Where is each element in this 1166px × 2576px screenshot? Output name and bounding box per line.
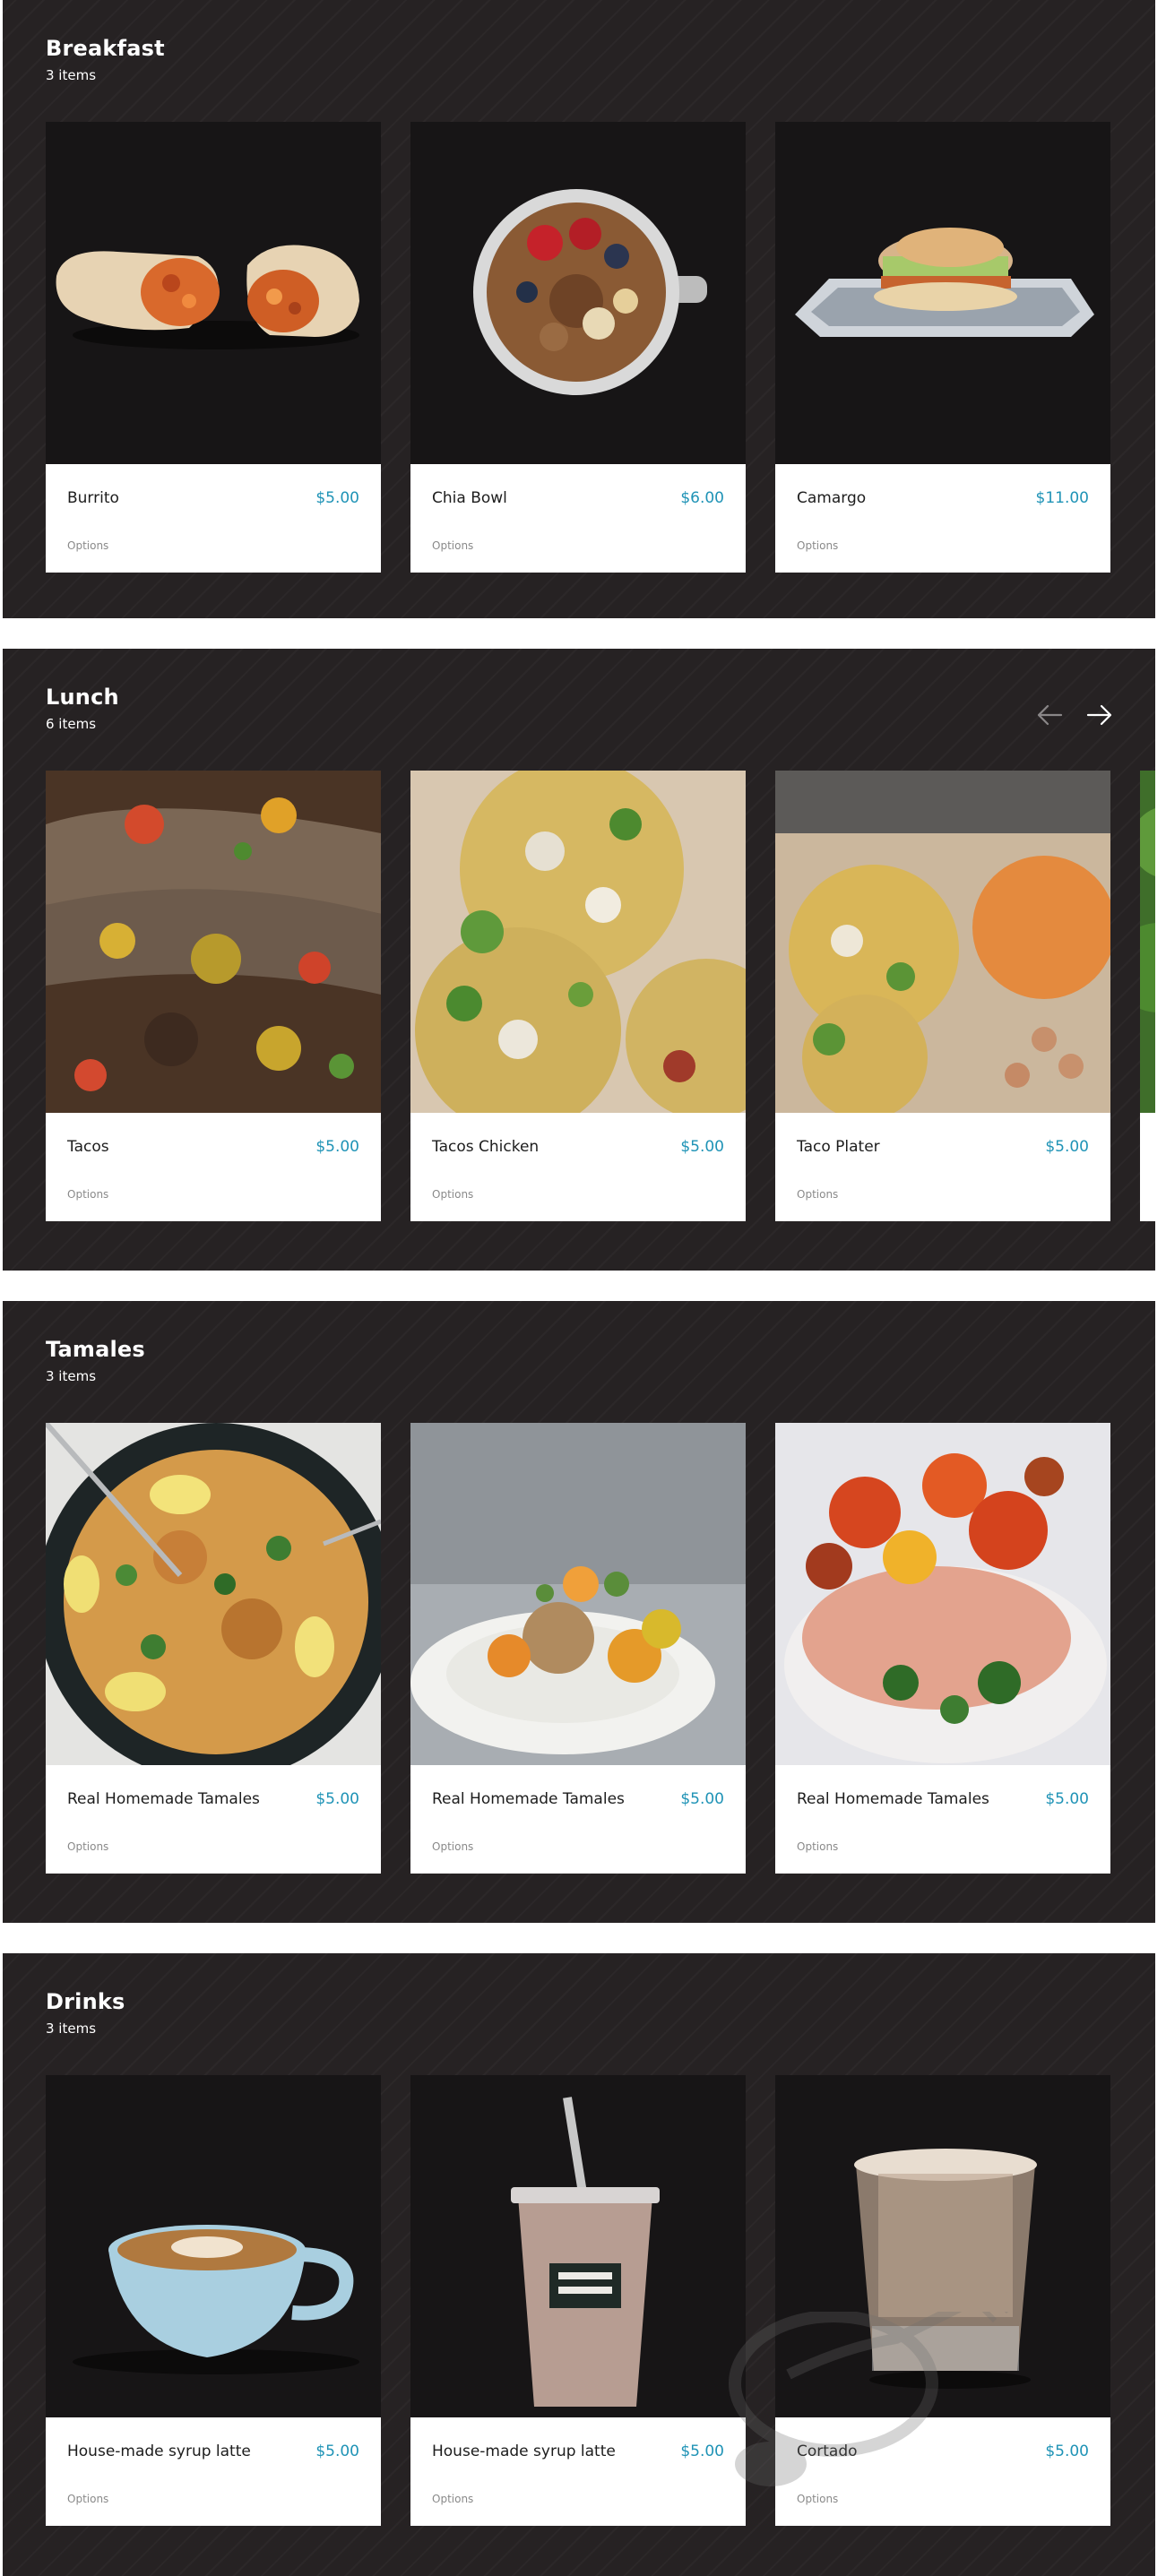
item-options-link[interactable]: Options xyxy=(67,1840,108,1853)
arrow-right-icon xyxy=(1086,704,1112,726)
item-options-link[interactable]: Options xyxy=(67,1188,108,1201)
item-name: Real Homemade Tamales xyxy=(432,1790,625,1808)
menu-section-lunch: Lunch 6 items Tacos $5.00 Options Tacos … xyxy=(3,649,1155,1271)
cortado-image xyxy=(775,2075,1110,2417)
item-name: Chia Bowl xyxy=(432,489,507,507)
menu-item-card[interactable]: Real Homemade Tamales $5.00 Options xyxy=(775,1423,1110,1874)
burrito-image xyxy=(46,122,381,464)
item-name: Burrito xyxy=(67,489,119,507)
item-options-link[interactable]: Options xyxy=(67,539,108,552)
section-title: Breakfast xyxy=(46,36,165,61)
item-price: $5.00 xyxy=(315,1790,359,1808)
item-price: $5.00 xyxy=(315,2442,359,2460)
camargo-image xyxy=(775,122,1110,464)
item-price: $5.00 xyxy=(1045,1138,1089,1156)
iced-latte-image xyxy=(410,2075,746,2417)
tacos-image xyxy=(46,771,381,1113)
menu-item-card[interactable]: Burrito $5.00 Options xyxy=(46,122,381,573)
salad-image xyxy=(1140,771,1155,1113)
section-title: Tamales xyxy=(46,1337,145,1362)
item-name: Tacos Chicken xyxy=(432,1138,540,1156)
item-options-link[interactable]: Options xyxy=(797,1188,838,1201)
item-price: $5.00 xyxy=(315,489,359,507)
section-item-count: 3 items xyxy=(46,1368,97,1384)
item-options-link[interactable]: Options xyxy=(67,2493,108,2505)
item-price: $6.00 xyxy=(680,489,724,507)
item-price: $11.00 xyxy=(1035,489,1089,507)
section-item-count: 6 items xyxy=(46,716,97,732)
plated-dish-image xyxy=(410,1423,746,1765)
section-item-count: 3 items xyxy=(46,67,97,83)
item-price: $5.00 xyxy=(1045,1790,1089,1808)
item-options-link[interactable]: Options xyxy=(797,539,838,552)
salmon-dish-image xyxy=(775,1423,1110,1765)
item-price: $5.00 xyxy=(680,1790,724,1808)
menu-item-card[interactable]: Cortado $5.00 Options xyxy=(775,2075,1110,2526)
menu-item-card[interactable]: Tacos Chicken $5.00 Options xyxy=(410,771,746,1221)
item-name: House-made syrup latte xyxy=(432,2442,616,2460)
item-options-link[interactable]: Options xyxy=(432,539,473,552)
item-price: $5.00 xyxy=(315,1138,359,1156)
item-name: House-made syrup latte xyxy=(67,2442,251,2460)
latte-image xyxy=(46,2075,381,2417)
item-price: $5.00 xyxy=(680,1138,724,1156)
item-name: Camargo xyxy=(797,489,867,507)
menu-item-card[interactable]: Camargo $11.00 Options xyxy=(775,122,1110,573)
tacos-chicken-image xyxy=(410,771,746,1113)
item-options-link[interactable]: Options xyxy=(432,2493,473,2505)
item-name: Real Homemade Tamales xyxy=(797,1790,989,1808)
item-options-link[interactable]: Options xyxy=(432,1188,473,1201)
item-options-link[interactable]: Options xyxy=(797,2493,838,2505)
item-name: Real Homemade Tamales xyxy=(67,1790,260,1808)
item-name: Cortado xyxy=(797,2442,858,2460)
menu-item-card[interactable]: Tacos $5.00 Options xyxy=(46,771,381,1221)
menu-item-card[interactable]: House-made syrup latte $5.00 Options xyxy=(46,2075,381,2526)
menu-section-breakfast: Breakfast 3 items Burrito $5.00 Options xyxy=(3,0,1155,618)
menu-item-card[interactable]: Taco Plater $5.00 Options xyxy=(775,771,1110,1221)
menu-section-drinks: Drinks 3 items House-made syrup latte $5… xyxy=(3,1953,1155,2576)
arrow-left-icon xyxy=(1037,704,1063,726)
menu-item-card[interactable]: Chia Bowl $6.00 Options xyxy=(410,122,746,573)
item-price: $5.00 xyxy=(680,2442,724,2460)
menu-item-card[interactable]: Real Homemade Tamales $5.00 Options xyxy=(410,1423,746,1874)
menu-item-card[interactable]: Real Homemade Tamales $5.00 Options xyxy=(46,1423,381,1874)
item-options-link[interactable]: Options xyxy=(432,1840,473,1853)
item-price: $5.00 xyxy=(1045,2442,1089,2460)
menu-item-card[interactable]: House-made syrup latte $5.00 Options xyxy=(410,2075,746,2526)
menu-item-card-partial[interactable] xyxy=(1140,771,1155,1221)
section-title: Lunch xyxy=(46,685,119,710)
item-name: Taco Plater xyxy=(797,1138,880,1156)
chia-bowl-image xyxy=(410,122,746,464)
menu-section-tamales: Tamales 3 items Real Homemade Tamales $5… xyxy=(3,1301,1155,1923)
section-title: Drinks xyxy=(46,1989,125,2014)
paella-image xyxy=(46,1423,381,1765)
item-options-link[interactable]: Options xyxy=(797,1840,838,1853)
section-item-count: 3 items xyxy=(46,2020,97,2037)
carousel-next-button[interactable] xyxy=(1084,700,1115,730)
taco-plater-image xyxy=(775,771,1110,1113)
item-name: Tacos xyxy=(67,1138,109,1156)
carousel-prev-button[interactable] xyxy=(1034,700,1065,730)
